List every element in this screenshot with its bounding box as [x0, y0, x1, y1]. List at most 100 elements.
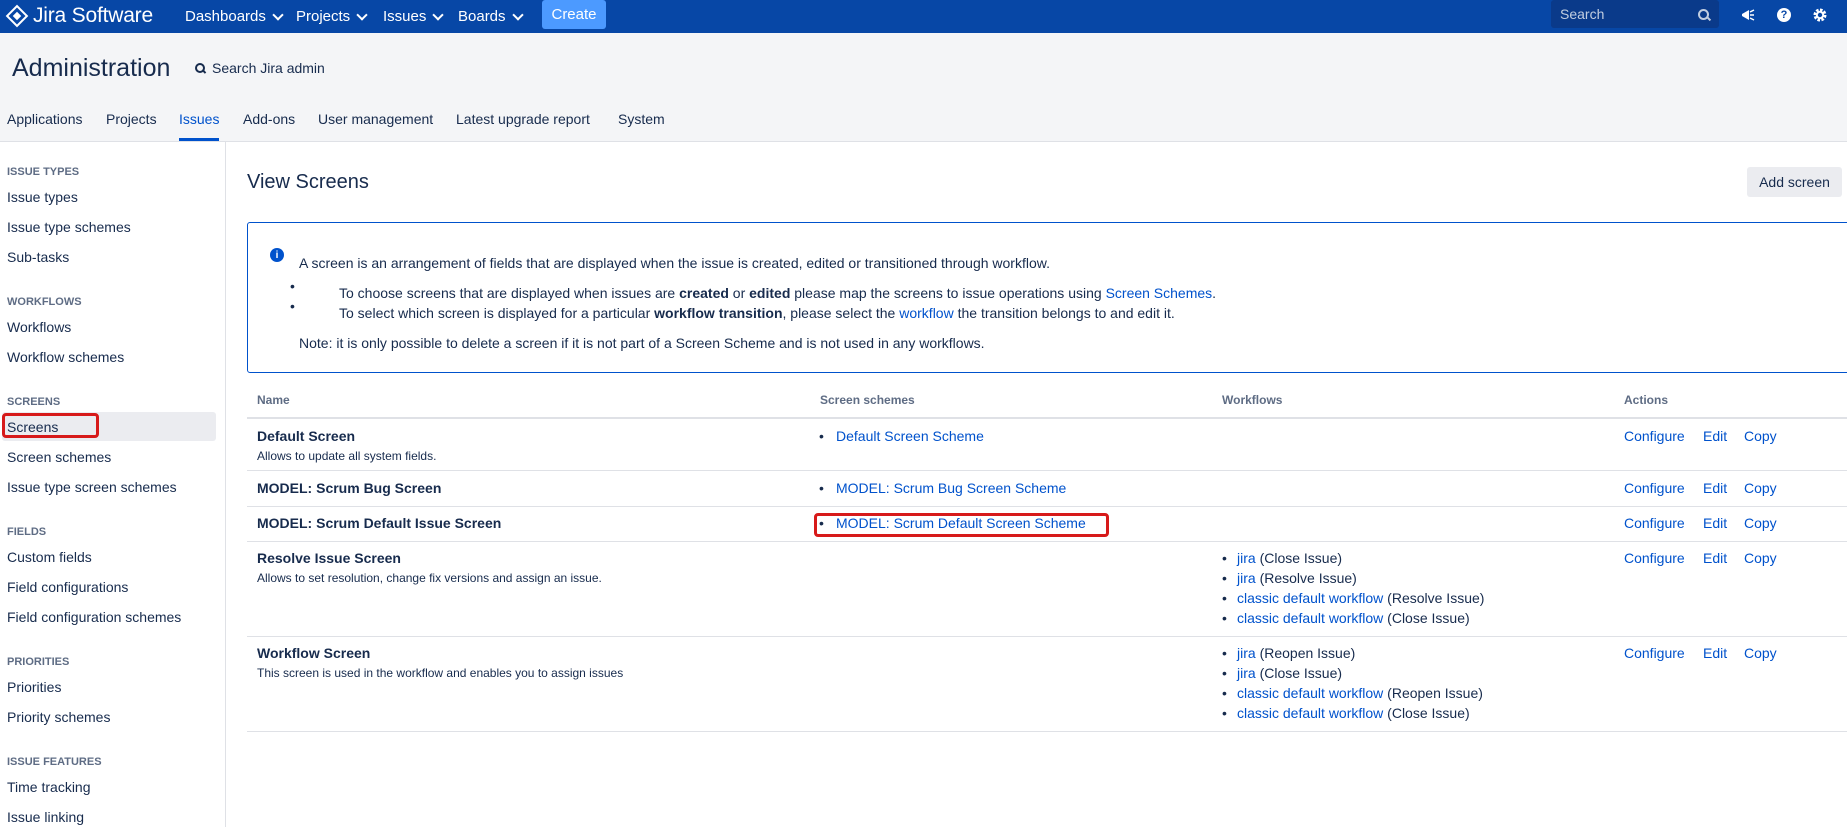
row-divider — [247, 731, 1847, 732]
sidebar-item-issue-type-screen-schemes[interactable]: Issue type screen schemes — [7, 479, 177, 495]
tab-applications[interactable]: Applications — [7, 111, 83, 141]
nav-boards[interactable]: Boards — [458, 0, 524, 33]
configure-link[interactable]: Configure — [1624, 515, 1685, 531]
row-divider — [247, 470, 1847, 471]
screen-scheme-link[interactable]: Default Screen Scheme — [836, 428, 984, 444]
workflow-link[interactable]: jira — [1237, 665, 1256, 681]
gear-icon[interactable] — [1810, 5, 1830, 25]
search-placeholder: Search — [1560, 6, 1605, 22]
copy-link[interactable]: Copy — [1744, 550, 1777, 566]
edit-link[interactable]: Edit — [1703, 480, 1727, 496]
nav-dashboards-label: Dashboards — [185, 8, 266, 25]
workflow-link[interactable]: classic default workflow — [1237, 590, 1383, 606]
info-message-box: i A screen is an arrangement of fields t… — [247, 222, 1847, 373]
edit-link[interactable]: Edit — [1703, 515, 1727, 531]
search-jira-admin[interactable]: Search Jira admin — [195, 60, 325, 76]
top-navigation-bar: Jira Software Dashboards Projects Issues… — [0, 0, 1847, 33]
tab-issues[interactable]: Issues — [179, 111, 220, 141]
sidebar-item-custom-fields[interactable]: Custom fields — [7, 549, 92, 565]
edit-link[interactable]: Edit — [1703, 428, 1727, 444]
sidebar-item-issue-type-schemes[interactable]: Issue type schemes — [7, 219, 131, 235]
nav-projects[interactable]: Projects — [296, 0, 368, 33]
workflow-item: classic default workflow (Close Issue) — [1237, 705, 1470, 721]
edit-link[interactable]: Edit — [1703, 645, 1727, 661]
workflow-link[interactable]: jira — [1237, 570, 1256, 586]
sidebar-item-field-configurations[interactable]: Field configurations — [7, 579, 128, 595]
configure-link[interactable]: Configure — [1624, 428, 1685, 444]
jira-logo[interactable]: Jira Software — [5, 3, 153, 29]
workflow-link[interactable]: classic default workflow — [1237, 685, 1383, 701]
bullet-dot: • — [1222, 705, 1227, 721]
bullet-dot: • — [1222, 570, 1227, 586]
sidebar-heading-fields: FIELDS — [7, 526, 47, 538]
workflow-item: jira (Resolve Issue) — [1237, 570, 1357, 586]
bullet-dot: • — [1222, 550, 1227, 566]
bullet-dot: • — [1222, 665, 1227, 681]
workflow-link[interactable]: classic default workflow — [1237, 705, 1383, 721]
sidebar-item-issue-linking[interactable]: Issue linking — [7, 809, 84, 825]
global-search-input[interactable]: Search — [1551, 0, 1719, 28]
sidebar-item-priority-schemes[interactable]: Priority schemes — [7, 709, 110, 725]
workflow-link[interactable]: workflow — [899, 305, 953, 321]
screen-name: MODEL: Scrum Default Issue Screen — [257, 515, 502, 531]
workflow-transition: (Resolve Issue) — [1259, 570, 1357, 586]
sidebar-item-workflows[interactable]: Workflows — [7, 319, 71, 335]
screen-name: Workflow Screen — [257, 645, 371, 661]
configure-link[interactable]: Configure — [1624, 480, 1685, 496]
edit-link[interactable]: Edit — [1703, 550, 1727, 566]
workflow-transition: (Reopen Issue) — [1387, 685, 1483, 701]
screen-name: Default Screen — [257, 428, 356, 444]
sidebar-item-field-configuration-schemes[interactable]: Field configuration schemes — [7, 609, 181, 625]
sidebar-item-screen-schemes[interactable]: Screen schemes — [7, 449, 111, 465]
nav-issues[interactable]: Issues — [383, 0, 445, 33]
copy-link[interactable]: Copy — [1744, 515, 1777, 531]
info-intro-text: A screen is an arrangement of fields tha… — [299, 255, 1050, 271]
chevron-down-icon — [356, 8, 368, 21]
workflow-link[interactable]: jira — [1237, 645, 1256, 661]
nav-dashboards[interactable]: Dashboards — [185, 0, 284, 33]
info-note-text: Note: it is only possible to delete a sc… — [299, 335, 985, 351]
copy-link[interactable]: Copy — [1744, 428, 1777, 444]
tab-system[interactable]: System — [618, 111, 665, 141]
tab-user-management[interactable]: User management — [318, 111, 433, 141]
notifications-icon[interactable] — [1738, 5, 1758, 25]
screen-description: This screen is used in the workflow and … — [257, 666, 624, 680]
sidebar-item-sub-tasks[interactable]: Sub-tasks — [7, 249, 69, 265]
bullet-dot: • — [819, 480, 824, 496]
workflow-link[interactable]: classic default workflow — [1237, 610, 1383, 626]
jira-diamond-icon — [5, 4, 29, 28]
info-b2-text: To select which screen is displayed for … — [339, 305, 655, 321]
configure-link[interactable]: Configure — [1624, 550, 1685, 566]
help-icon[interactable]: ? — [1774, 5, 1794, 25]
sidebar-heading-workflows: WORKFLOWS — [7, 296, 82, 308]
screen-schemes-link[interactable]: Screen Schemes — [1106, 285, 1213, 301]
create-button[interactable]: Create — [542, 0, 606, 29]
workflow-transition: (Close Issue) — [1259, 550, 1343, 566]
chevron-down-icon — [432, 8, 445, 21]
configure-link[interactable]: Configure — [1624, 645, 1685, 661]
table-header-divider — [247, 417, 1847, 419]
view-screens-title: View Screens — [247, 171, 369, 193]
info-b1-text: or — [728, 285, 750, 301]
tab-add-ons[interactable]: Add-ons — [243, 111, 295, 141]
info-b1-text: To choose screens that are displayed whe… — [339, 285, 680, 301]
sidebar-item-priorities[interactable]: Priorities — [7, 679, 61, 695]
copy-link[interactable]: Copy — [1744, 480, 1777, 496]
column-header-actions: Actions — [1624, 393, 1669, 407]
bullet-dot: • — [819, 428, 824, 444]
sidebar-heading-screens: SCREENS — [7, 396, 61, 408]
screen-scheme-link[interactable]: MODEL: Scrum Bug Screen Scheme — [836, 480, 1066, 496]
add-screen-button[interactable]: Add screen — [1747, 167, 1842, 197]
sidebar-item-workflow-schemes[interactable]: Workflow schemes — [7, 349, 124, 365]
workflow-link[interactable]: jira — [1237, 550, 1256, 566]
workflow-item: classic default workflow (Resolve Issue) — [1237, 590, 1484, 606]
sidebar-item-time-tracking[interactable]: Time tracking — [7, 779, 91, 795]
sidebar-heading-issue-types: ISSUE TYPES — [7, 166, 80, 178]
highlight-box-screens — [2, 413, 99, 438]
screen-description: Allows to update all system fields. — [257, 449, 437, 463]
tab-projects[interactable]: Projects — [106, 111, 157, 141]
info-icon: i — [270, 248, 284, 262]
sidebar-item-issue-types[interactable]: Issue types — [7, 189, 78, 205]
tab-latest-upgrade-report[interactable]: Latest upgrade report — [456, 111, 590, 141]
copy-link[interactable]: Copy — [1744, 645, 1777, 661]
